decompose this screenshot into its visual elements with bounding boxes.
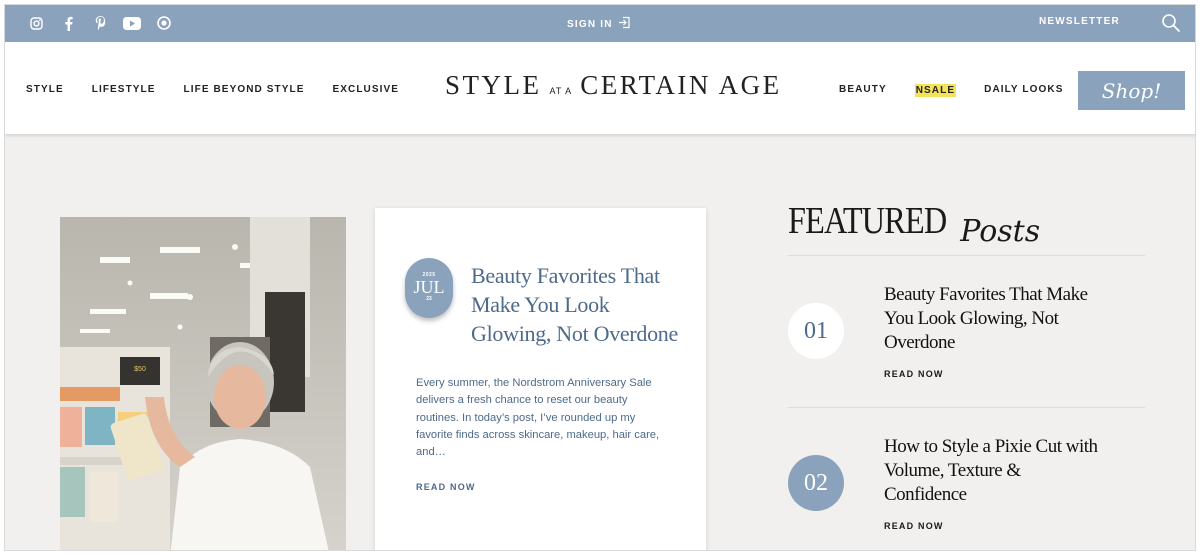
logo-part-certain-age: CERTAIN AGE (580, 70, 782, 100)
top-bar: SIGN IN NEWSLETTER (5, 5, 1195, 42)
post-number-badge: 02 (788, 455, 844, 511)
nav-item-style[interactable]: STYLE (26, 84, 64, 95)
nav-item-lifestyle[interactable]: LIFESTYLE (92, 84, 156, 95)
primary-nav-left: STYLE LIFESTYLE LIFE BEYOND STYLE EXCLUS… (26, 84, 427, 95)
article-excerpt: Every summer, the Nordstrom Anniversary … (416, 377, 660, 459)
newsletter-link[interactable]: NEWSLETTER (1039, 16, 1120, 27)
site-logo[interactable]: STYLE AT A CERTAIN AGE (445, 70, 782, 101)
sign-in-icon (618, 16, 631, 32)
logo-part-at-a: AT A (549, 86, 573, 96)
nav-item-exclusive[interactable]: EXCLUSIVE (332, 84, 399, 95)
featured-article-card: 2025 JUL 23 Beauty Favorites That Make Y… (375, 208, 706, 550)
search-icon[interactable] (1161, 13, 1181, 33)
featured-post-title[interactable]: How to Style a Pixie Cut with Volume, Te… (884, 435, 1104, 507)
posts-script-word: Posts (960, 214, 1041, 249)
divider (788, 407, 1145, 408)
date-month: JUL (413, 277, 445, 297)
divider (788, 255, 1145, 256)
article-title[interactable]: Beauty Favorites That Make You Look Glow… (471, 261, 691, 348)
svg-text:$50: $50 (134, 366, 146, 373)
facebook-icon[interactable] (59, 14, 77, 32)
post-number-badge: 01 (788, 303, 844, 359)
featured-posts-heading: FEATURED Posts (788, 199, 1040, 249)
primary-nav-right: BEAUTY NSALE DAILY LOOKS (839, 84, 1091, 97)
youtube-icon[interactable] (123, 14, 141, 32)
hero-photo[interactable]: $50 (60, 217, 346, 550)
nav-item-beauty[interactable]: BEAUTY (839, 84, 887, 97)
nav-item-nsale[interactable]: NSALE (914, 84, 957, 97)
featured-post-title[interactable]: Beauty Favorites That Make You Look Glow… (884, 283, 1104, 355)
shop-button[interactable]: Shop! (1078, 71, 1185, 110)
pinterest-icon[interactable] (91, 14, 109, 32)
ltk-icon[interactable] (155, 14, 173, 32)
instagram-icon[interactable] (27, 14, 45, 32)
social-links (27, 14, 173, 32)
read-now-link[interactable]: READ NOW (884, 521, 944, 531)
nav-item-daily-looks[interactable]: DAILY LOOKS (984, 84, 1063, 97)
date-badge: 2025 JUL 23 (405, 258, 453, 318)
main-header: STYLE LIFESTYLE LIFE BEYOND STYLE EXCLUS… (5, 42, 1195, 134)
nav-item-life-beyond-style[interactable]: LIFE BEYOND STYLE (184, 84, 305, 95)
date-day: 23 (426, 296, 432, 302)
sign-in-label: SIGN IN (567, 18, 613, 30)
read-now-link[interactable]: READ NOW (416, 482, 476, 492)
sign-in-link[interactable]: SIGN IN (567, 16, 631, 32)
read-now-link[interactable]: READ NOW (884, 369, 944, 379)
featured-heading-word: FEATURED (788, 200, 947, 242)
logo-part-style: STYLE (445, 70, 542, 100)
page: SIGN IN NEWSLETTER STYLE LIFESTYLE LIFE … (4, 4, 1196, 551)
